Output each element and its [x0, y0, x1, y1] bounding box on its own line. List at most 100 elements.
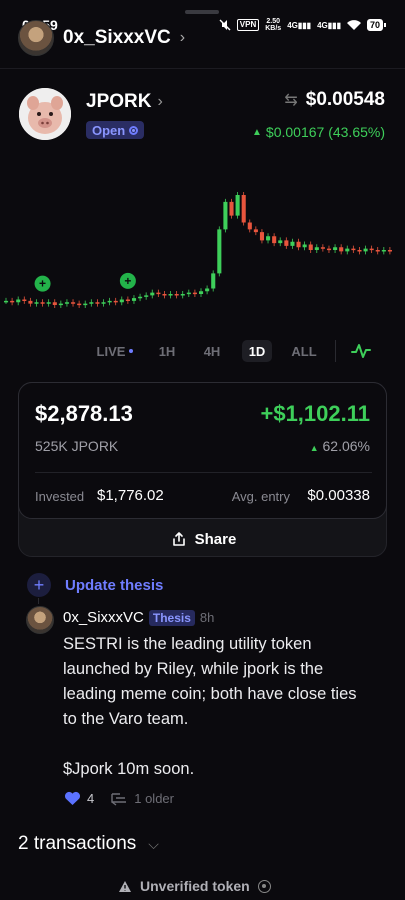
- candle: [131, 298, 137, 301]
- candle: [308, 244, 313, 250]
- tabs-divider: [335, 340, 336, 362]
- candle: [217, 229, 222, 274]
- transactions-toggle[interactable]: 2 transactions ⌵: [18, 833, 159, 855]
- candle: [381, 250, 386, 252]
- invested-label: Invested: [35, 489, 85, 504]
- live-dot-icon: [129, 349, 134, 353]
- thesis-badge: Thesis: [148, 609, 195, 626]
- candle: [363, 248, 368, 252]
- candle: [52, 302, 57, 305]
- unverified-label: Unverified token: [140, 878, 250, 894]
- post-time: 8h: [199, 610, 215, 625]
- chart-type-pulse-icon[interactable]: [350, 340, 372, 362]
- status-badge-label: Open: [92, 122, 126, 138]
- unverified-token-notice[interactable]: Unverified token: [118, 878, 271, 894]
- token-price: $0.00548: [305, 89, 385, 110]
- open-status-icon: [129, 125, 139, 135]
- wifi-icon: [346, 19, 361, 30]
- candle: [28, 300, 33, 304]
- share-icon: [172, 532, 185, 546]
- network-speed: 2.50 KB/s: [265, 18, 282, 32]
- profile-username[interactable]: 0x_SixxxVC: [63, 27, 171, 49]
- token-name-link[interactable]: JPORK ›: [86, 91, 163, 113]
- position-gain-percent: ▲ 62.06%: [309, 438, 370, 454]
- candle: [22, 299, 27, 301]
- candle: [125, 299, 130, 301]
- older-posts-link[interactable]: 1 older: [110, 791, 174, 806]
- chevron-down-icon: ⌵: [148, 835, 159, 852]
- candle: [180, 294, 185, 296]
- candle: [58, 303, 63, 306]
- thread-line: [38, 598, 39, 604]
- signal-4g-1-icon: 4G▮▮▮: [287, 20, 312, 30]
- candle: [290, 241, 295, 246]
- plus-icon: +: [27, 573, 51, 597]
- position-value: $2,878.13: [35, 401, 133, 426]
- candle: [192, 292, 197, 295]
- user-avatar[interactable]: [18, 20, 54, 56]
- warning-icon: [119, 880, 131, 892]
- candle: [34, 302, 39, 304]
- candle: [10, 300, 15, 303]
- tab-all[interactable]: ALL: [290, 340, 318, 362]
- info-icon: [257, 879, 271, 893]
- tab-1h[interactable]: 1H: [156, 340, 178, 362]
- candle: [235, 195, 240, 216]
- sheet-drag-handle[interactable]: [185, 10, 219, 14]
- candle: [266, 236, 271, 241]
- candle: [229, 201, 234, 216]
- status-badge: Open: [86, 121, 145, 139]
- candle: [156, 292, 161, 295]
- candle: [77, 303, 82, 306]
- profile-header[interactable]: 0x_SixxxVC ›: [18, 20, 185, 56]
- avg-entry-value: $0.00338: [307, 487, 370, 504]
- candle: [205, 288, 210, 292]
- update-thesis-button[interactable]: + Update thesis: [27, 573, 163, 597]
- status-icons: VPN 2.50 KB/s 4G▮▮▮ 4G▮▮▮ 70: [219, 18, 387, 32]
- token-avatar[interactable]: [19, 88, 71, 140]
- tab-4h[interactable]: 4H: [200, 340, 224, 362]
- vpn-badge: VPN: [236, 19, 260, 31]
- candle: [83, 303, 88, 306]
- buy-marker-label: +: [39, 277, 46, 291]
- triangle-up-icon: ▲: [309, 443, 319, 453]
- candle: [199, 291, 204, 294]
- candle: [211, 273, 216, 289]
- candle: [186, 292, 191, 295]
- candle: [168, 294, 173, 296]
- time-range-tabs: LIVE 1H 4H 1D ALL: [0, 340, 405, 364]
- candle: [119, 299, 124, 303]
- price-chart[interactable]: + +: [0, 150, 405, 330]
- candle: [113, 300, 118, 303]
- post-body: SESTRI is the leading utility token laun…: [63, 632, 373, 807]
- candle: [144, 295, 149, 297]
- candle: [326, 248, 332, 251]
- tab-1d[interactable]: 1D: [242, 340, 272, 362]
- chevron-right-icon: ›: [179, 29, 186, 46]
- older-label: 1 older: [134, 791, 174, 806]
- candle: [247, 222, 252, 230]
- candle: [351, 248, 356, 251]
- candle: [150, 292, 155, 296]
- candle: [64, 302, 70, 304]
- header-divider: [0, 68, 405, 69]
- signal-4g-2-icon: 4G▮▮▮: [317, 20, 341, 30]
- candle: [4, 300, 9, 303]
- candle: [253, 229, 258, 233]
- position-divider: [35, 472, 372, 473]
- candle: [339, 247, 344, 252]
- candle: [107, 300, 112, 303]
- transactions-label: 2 transactions: [18, 833, 137, 854]
- candle: [369, 248, 374, 251]
- heart-icon[interactable]: [64, 791, 81, 806]
- mute-icon: [219, 19, 231, 31]
- candle: [138, 296, 143, 299]
- post-author[interactable]: 0x_SixxxVC: [63, 609, 144, 626]
- invested-value: $1,776.02: [97, 487, 164, 504]
- like-count: 4: [87, 791, 95, 806]
- share-button[interactable]: Share: [19, 520, 388, 558]
- candle: [296, 241, 301, 248]
- post-author-avatar[interactable]: [26, 606, 54, 634]
- tab-live[interactable]: LIVE: [94, 340, 136, 362]
- swap-icon[interactable]: ⇆: [284, 90, 297, 110]
